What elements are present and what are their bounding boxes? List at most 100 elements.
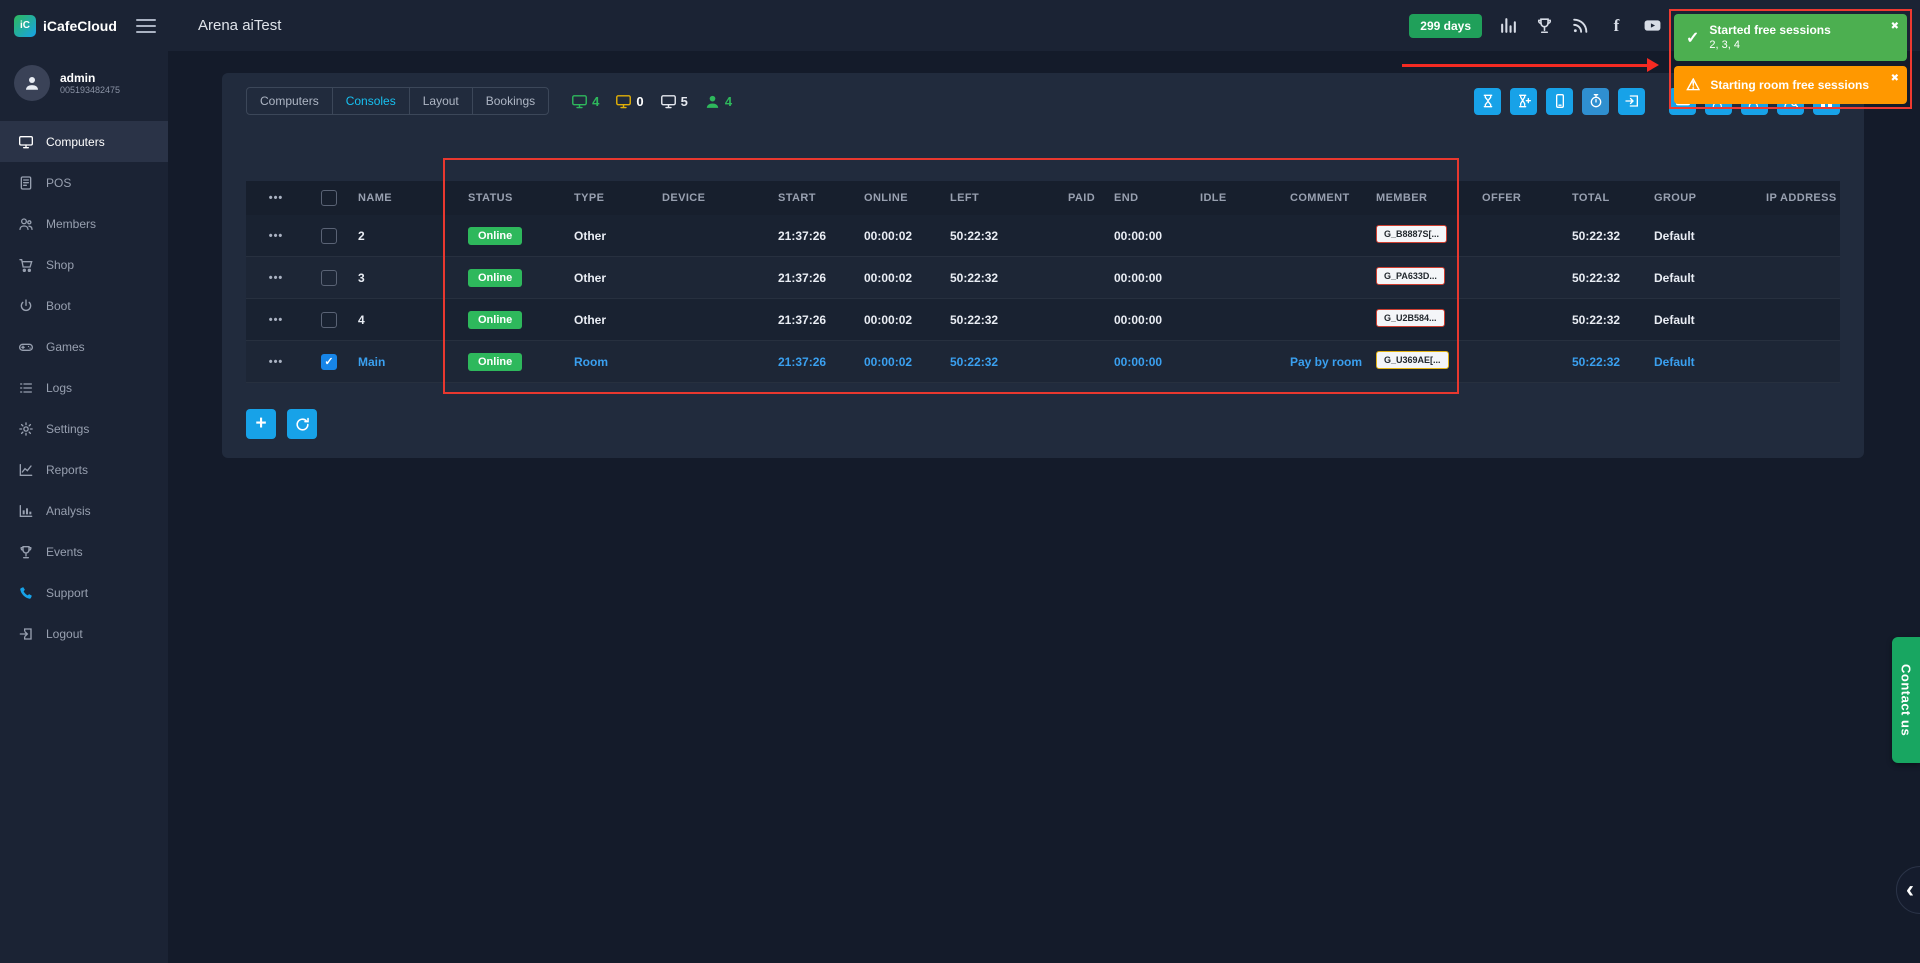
sidebar-item-logout[interactable]: Logout [0,613,168,654]
license-days-badge[interactable]: 299 days [1409,14,1482,38]
tab-layout[interactable]: Layout [409,87,473,115]
cell-group: Default [1648,313,1760,327]
line-chart-icon [18,462,34,478]
sidebar-item-shop[interactable]: Shop [0,244,168,285]
member-chip[interactable]: G_U369AE[... [1376,351,1449,369]
cell-end: 00:00:00 [1108,313,1194,327]
user-icon [23,74,41,92]
tab-computers[interactable]: Computers [246,87,333,115]
hourglass-icon [1480,93,1496,109]
checkout-session-button[interactable] [1618,88,1645,115]
cell-start: 21:37:26 [772,355,858,369]
sidebar-item-support[interactable]: Support [0,572,168,613]
receipt-icon [18,175,34,191]
menu-toggle-icon[interactable] [136,15,156,37]
check-icon: ✓ [1686,28,1699,48]
youtube-icon[interactable] [1643,16,1662,35]
stats-icon[interactable] [1499,16,1518,35]
sidebar-item-label: Analysis [46,504,91,518]
monitor-icon [18,134,34,150]
row-checkbox[interactable] [321,270,337,286]
tab-consoles[interactable]: Consoles [332,87,410,115]
sidebar-item-label: Support [46,586,88,600]
busy-pcs-counter: 0 [615,93,643,110]
facebook-icon[interactable]: f [1607,16,1626,35]
sidebar-item-label: Shop [46,258,74,272]
monitor-total-icon [660,93,677,110]
sidebar-item-label: Events [46,545,83,559]
warning-icon: ⚠ [1686,75,1700,95]
online-members-counter: 4 [704,93,732,110]
rss-icon[interactable] [1571,16,1590,35]
sidebar-item-analysis[interactable]: Analysis [0,490,168,531]
header-actions-icon[interactable]: ••• [269,192,284,204]
row-actions-icon[interactable]: ••• [269,356,284,368]
gamepad-icon [18,339,34,355]
sign-out-icon [1624,93,1640,109]
col-idle: IDLE [1194,192,1284,204]
top-header: Arena aiTest 299 days f [168,0,1920,51]
cell-end: 00:00:00 [1108,271,1194,285]
sidebar-nav: Computers POS Members Shop Boot Games Lo… [0,121,168,654]
sidebar-item-reports[interactable]: Reports [0,449,168,490]
toast-message: 2, 3, 4 [1709,38,1830,52]
member-online-icon [704,93,721,110]
close-icon[interactable]: ✖ [1891,21,1899,32]
toast-warning: ⚠ Starting room free sessions ✖ [1674,66,1907,104]
cell-total: 50:22:32 [1566,313,1648,327]
sidebar-item-label: Settings [46,422,89,436]
sidebar-item-label: Members [46,217,96,231]
sidebar-item-logs[interactable]: Logs [0,367,168,408]
col-member: MEMBER [1370,192,1476,204]
row-actions-icon[interactable]: ••• [269,230,284,242]
cell-total: 50:22:32 [1566,355,1648,369]
trophy-icon[interactable] [1535,16,1554,35]
col-total: TOTAL [1566,192,1648,204]
member-chip[interactable]: G_B8887S[... [1376,225,1447,243]
logout-icon [18,626,34,642]
contact-us-tab[interactable]: Contact us [1892,637,1920,763]
hourglass-add-icon [1516,93,1532,109]
col-status: STATUS [462,192,568,204]
consoles-table: ••• NAME STATUS TYPE DEVICE START ONLINE… [246,181,1840,383]
refresh-icon [294,416,311,433]
toast-stack: ✓ Started free sessions 2, 3, 4 ✖ ⚠ Star… [1669,9,1912,109]
cell-end: 00:00:00 [1108,229,1194,243]
sidebar-item-members[interactable]: Members [0,203,168,244]
close-icon[interactable]: ✖ [1891,73,1899,84]
sidebar-item-games[interactable]: Games [0,326,168,367]
cell-online: 00:00:02 [858,313,944,327]
sidebar-item-label: Games [46,340,85,354]
member-chip[interactable]: G_PA633D... [1376,267,1445,285]
stopwatch-button[interactable] [1582,88,1609,115]
refresh-button[interactable] [287,409,317,439]
add-console-button[interactable]: + [246,409,276,439]
user-block[interactable]: admin 005193482475 [0,51,168,113]
avatar[interactable] [14,65,50,101]
cell-left: 50:22:32 [944,313,1062,327]
row-actions-icon[interactable]: ••• [269,314,284,326]
row-checkbox[interactable] [321,228,337,244]
sidebar-item-pos[interactable]: POS [0,162,168,203]
col-online: ONLINE [858,192,944,204]
gear-icon [18,421,34,437]
sidebar-item-label: Boot [46,299,71,313]
col-ip: IP ADDRESS [1760,192,1840,204]
sidebar-item-events[interactable]: Events [0,531,168,572]
free-session-button[interactable] [1474,88,1501,115]
mobile-button[interactable] [1546,88,1573,115]
sidebar-item-computers[interactable]: Computers [0,121,168,162]
session-timer-button[interactable] [1510,88,1537,115]
row-checkbox[interactable] [321,312,337,328]
cell-left: 50:22:32 [944,355,1062,369]
row-actions-icon[interactable]: ••• [269,272,284,284]
select-all-checkbox[interactable] [321,190,337,206]
sidebar-item-boot[interactable]: Boot [0,285,168,326]
sidebar-item-settings[interactable]: Settings [0,408,168,449]
cell-group: Default [1648,271,1760,285]
tab-bookings[interactable]: Bookings [472,87,549,115]
row-checkbox[interactable] [321,354,337,370]
phone-icon [18,585,34,601]
member-chip[interactable]: G_U2B584... [1376,309,1445,327]
table-row: ••• 2 Online Other 21:37:26 00:00:02 50:… [246,215,1840,257]
